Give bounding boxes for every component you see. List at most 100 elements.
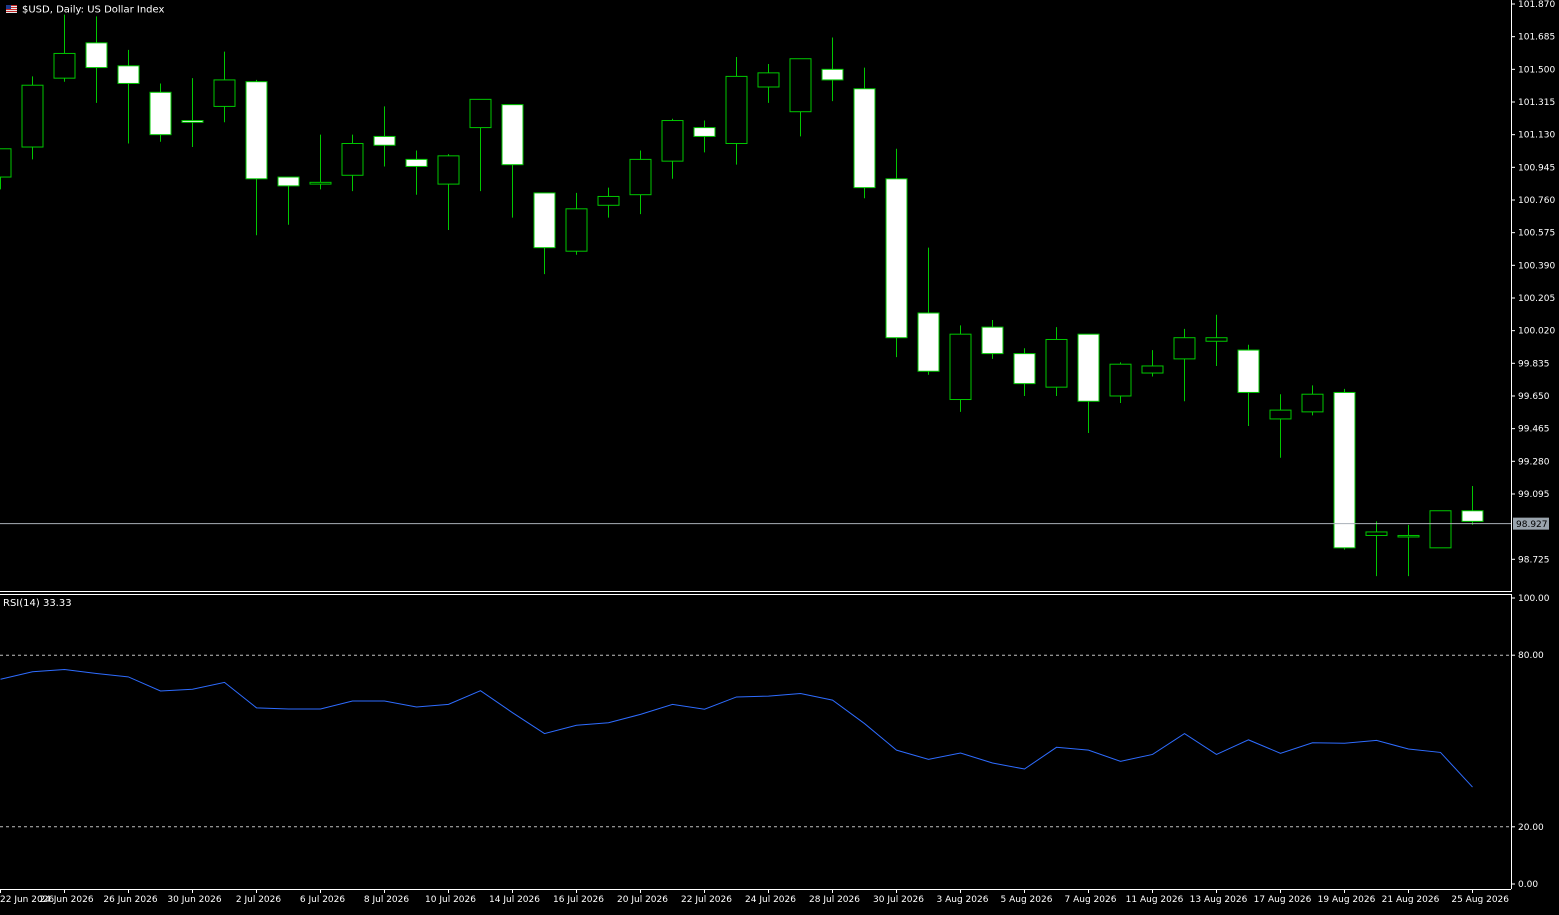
time-tick-label: 26 Jun 2026 — [103, 895, 157, 905]
candle-body — [277, 176, 300, 187]
time-tick-label: 22 Jul 2026 — [681, 895, 732, 905]
price-tick-label: 99.280 — [1518, 457, 1550, 467]
candle-body — [661, 120, 684, 162]
price-tick-label: 100.760 — [1518, 196, 1555, 206]
time-tick-label: 11 Aug 2026 — [1126, 895, 1184, 905]
candle-body — [821, 68, 844, 81]
time-tick-label: 16 Jul 2026 — [553, 895, 604, 905]
time-tick-label: 5 Aug 2026 — [1001, 895, 1053, 905]
time-tick-label: 6 Jul 2026 — [300, 895, 345, 905]
chart-canvas: 101.870 101.685 101.500 101.315 101.130 100.9… — [0, 0, 1559, 911]
price-tick-label: 101.315 — [1518, 98, 1555, 108]
time-tick-label: 13 Aug 2026 — [1190, 895, 1248, 905]
candle-body — [1045, 338, 1068, 388]
candle-body — [1173, 337, 1196, 360]
time-tick-label: 2 Jul 2026 — [236, 895, 281, 905]
candle-body — [373, 135, 396, 146]
time-tick-label: 14 Jul 2026 — [489, 895, 540, 905]
candle — [885, 148, 908, 358]
candle-body — [533, 192, 556, 249]
rsi-tick-label: 0.00 — [1518, 880, 1538, 890]
rsi-tick-label: 100.00 — [1518, 594, 1550, 604]
candle-body — [309, 181, 332, 185]
candle-body — [501, 104, 524, 166]
current-price-label: 98.927 — [1516, 520, 1548, 530]
candle-body — [469, 98, 492, 129]
price-tick-label: 100.945 — [1518, 163, 1555, 173]
price-tick-label: 100.020 — [1518, 327, 1555, 337]
price-tick-label: 101.870 — [1518, 0, 1555, 10]
time-tick-label: 25 Aug 2026 — [1451, 895, 1509, 905]
candle-body — [245, 81, 268, 180]
chart-window: 101.870 101.685 101.500 101.315 101.130 100.9… — [0, 0, 1559, 911]
candle — [949, 325, 972, 412]
price-tick-label: 99.835 — [1518, 359, 1550, 369]
time-tick-label: 24 Jul 2026 — [745, 895, 796, 905]
candle-body — [981, 326, 1004, 355]
candle-body — [1077, 333, 1100, 402]
rsi-indicator-title: RSI(14) 33.33 — [3, 598, 72, 609]
time-tick-label: 20 Jul 2026 — [617, 895, 668, 905]
candle-body — [1237, 349, 1260, 393]
candle-body — [789, 58, 812, 113]
candle-body — [341, 142, 364, 176]
candle-body — [885, 178, 908, 339]
candle-body — [0, 148, 12, 178]
price-tick-label: 101.685 — [1518, 33, 1555, 43]
candle — [1429, 510, 1452, 549]
time-tick-label: 24 Jun 2026 — [39, 895, 93, 905]
chart-symbol: $USD, Daily: US Dollar Index — [22, 5, 164, 16]
candle-body — [1429, 510, 1452, 549]
candle-body — [1269, 409, 1292, 420]
time-tick-label: 30 Jul 2026 — [873, 895, 924, 905]
price-tick-label: 100.205 — [1518, 294, 1555, 304]
candle-body — [597, 195, 620, 206]
price-tick-label: 100.575 — [1518, 229, 1555, 239]
price-tick-label: 99.095 — [1518, 490, 1550, 500]
candle — [21, 76, 44, 160]
price-tick-label: 101.500 — [1518, 65, 1555, 75]
candle — [1333, 388, 1356, 550]
price-tick-label: 99.465 — [1518, 425, 1550, 435]
candle-body — [565, 208, 588, 252]
candle-body — [21, 84, 44, 148]
time-tick-label: 19 Aug 2026 — [1318, 895, 1376, 905]
time-tick-label: 30 Jun 2026 — [167, 895, 221, 905]
rsi-tick-label: 20.00 — [1518, 823, 1544, 833]
candle-body — [725, 75, 748, 144]
time-tick-label: 28 Jul 2026 — [809, 895, 860, 905]
candle-body — [405, 158, 428, 167]
time-tick-label: 3 Aug 2026 — [937, 895, 989, 905]
candle-body — [117, 65, 140, 84]
candle-body — [213, 79, 236, 107]
candle-body — [181, 120, 204, 123]
candle-body — [1365, 531, 1388, 536]
candle-body — [1301, 393, 1324, 413]
candle-body — [1109, 363, 1132, 397]
candle-body — [1461, 510, 1484, 522]
price-tick-label: 98.725 — [1518, 555, 1550, 565]
candle-body — [917, 312, 940, 372]
candle-body — [949, 333, 972, 401]
time-tick-label: 10 Jul 2026 — [425, 895, 476, 905]
time-tick-label: 8 Jul 2026 — [364, 895, 409, 905]
candle-body — [53, 52, 76, 79]
time-tick-label: 7 Aug 2026 — [1065, 895, 1117, 905]
candle-body — [1205, 337, 1228, 342]
price-tick-label: 99.650 — [1518, 392, 1550, 402]
candle-body — [1333, 391, 1356, 549]
candle-body — [693, 127, 716, 137]
flag-icon — [6, 5, 17, 13]
price-tick-label: 101.130 — [1518, 131, 1555, 141]
time-tick-label: 17 Aug 2026 — [1254, 895, 1312, 905]
candle-body — [149, 91, 172, 136]
candle — [149, 83, 172, 142]
candle-body — [1397, 534, 1420, 538]
candle-body — [437, 155, 460, 185]
candle-body — [853, 88, 876, 189]
candle-body — [85, 42, 108, 69]
time-tick-label: 21 Aug 2026 — [1382, 895, 1440, 905]
candle-body — [1013, 353, 1036, 385]
candle-body — [629, 158, 652, 196]
candle-body — [1141, 365, 1164, 374]
